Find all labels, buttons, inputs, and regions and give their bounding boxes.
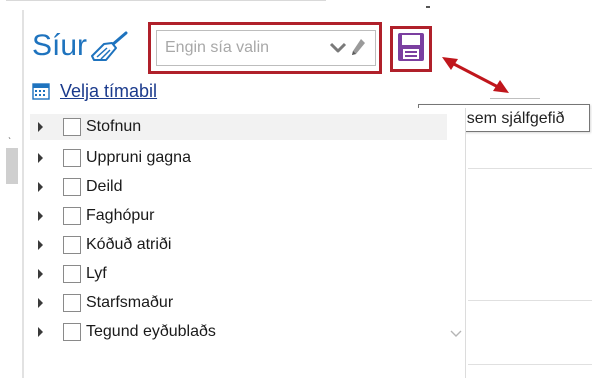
tree-item-label: Starfsmaður xyxy=(86,294,174,311)
top-divider xyxy=(6,0,326,1)
tree-item-label: Lyf xyxy=(86,265,107,282)
tree-item-faghopur[interactable]: Faghópur xyxy=(30,203,448,229)
tree-item-label: Tegund eyðublaðs xyxy=(86,323,216,340)
tree-item-deild[interactable]: Deild xyxy=(30,174,448,200)
tree-item-tegund-eydublads[interactable]: Tegund eyðublaðs xyxy=(30,319,448,345)
tree-item-label: Kóðuð atriði xyxy=(86,236,172,253)
left-panel-glyph: ˋ xyxy=(8,137,12,148)
expand-caret-icon[interactable] xyxy=(38,211,43,221)
tree-item-label: Uppruni gagna xyxy=(86,149,191,166)
tree-item-checkbox[interactable] xyxy=(63,118,81,136)
expand-caret-icon[interactable] xyxy=(38,182,43,192)
chevron-down-icon[interactable] xyxy=(329,40,347,56)
filter-tree: Stofnun Uppruni gagna Deild Faghópur Kóð… xyxy=(30,108,466,378)
tree-item-checkbox[interactable] xyxy=(63,149,81,167)
tree-item-checkbox[interactable] xyxy=(63,178,81,196)
broom-icon[interactable] xyxy=(90,30,130,64)
tree-item-uppruni-gagna[interactable]: Uppruni gagna xyxy=(30,145,448,171)
tree-item-checkbox[interactable] xyxy=(63,323,81,341)
expand-caret-icon[interactable] xyxy=(38,298,43,308)
background-divider xyxy=(468,300,592,301)
top-marker xyxy=(426,6,430,8)
filter-select[interactable]: Engin sía valin xyxy=(156,30,376,66)
annotation-arrow xyxy=(442,57,509,93)
tree-item-checkbox[interactable] xyxy=(63,207,81,225)
tree-scrollbar[interactable] xyxy=(447,108,465,378)
tree-item-stofnun[interactable]: Stofnun xyxy=(30,114,448,140)
tree-item-label: Deild xyxy=(86,178,123,195)
tree-item-kodud-atridi[interactable]: Kóðuð atriði xyxy=(30,232,448,258)
period-link[interactable]: Velja tímabil xyxy=(60,80,157,102)
filter-select-placeholder: Engin sía valin xyxy=(165,39,270,56)
pencil-icon[interactable] xyxy=(349,37,367,59)
background-divider xyxy=(490,98,540,99)
left-panel-scroll-thumb[interactable] xyxy=(6,148,18,184)
floppy-disk-icon[interactable] xyxy=(397,32,425,62)
tree-item-label: Faghópur xyxy=(86,207,155,224)
expand-caret-icon[interactable] xyxy=(38,122,43,132)
tree-item-lyf[interactable]: Lyf xyxy=(30,261,448,287)
page-title: Síur xyxy=(32,29,88,62)
left-panel-border xyxy=(22,10,24,378)
expand-caret-icon[interactable] xyxy=(38,240,43,250)
tree-item-label: Stofnun xyxy=(86,118,142,135)
expand-caret-icon[interactable] xyxy=(38,269,43,279)
tree-item-starfsmadur[interactable]: Starfsmaður xyxy=(30,290,448,316)
left-panel-edge xyxy=(0,10,22,378)
background-divider xyxy=(468,168,592,169)
expand-caret-icon[interactable] xyxy=(38,327,43,337)
expand-caret-icon[interactable] xyxy=(38,153,43,163)
tree-item-checkbox[interactable] xyxy=(63,294,81,312)
scroll-down-chevron-icon[interactable] xyxy=(450,330,462,338)
background-divider xyxy=(468,364,592,365)
tree-item-checkbox[interactable] xyxy=(63,236,81,254)
tree-item-checkbox[interactable] xyxy=(63,265,81,283)
calendar-icon xyxy=(32,83,50,100)
